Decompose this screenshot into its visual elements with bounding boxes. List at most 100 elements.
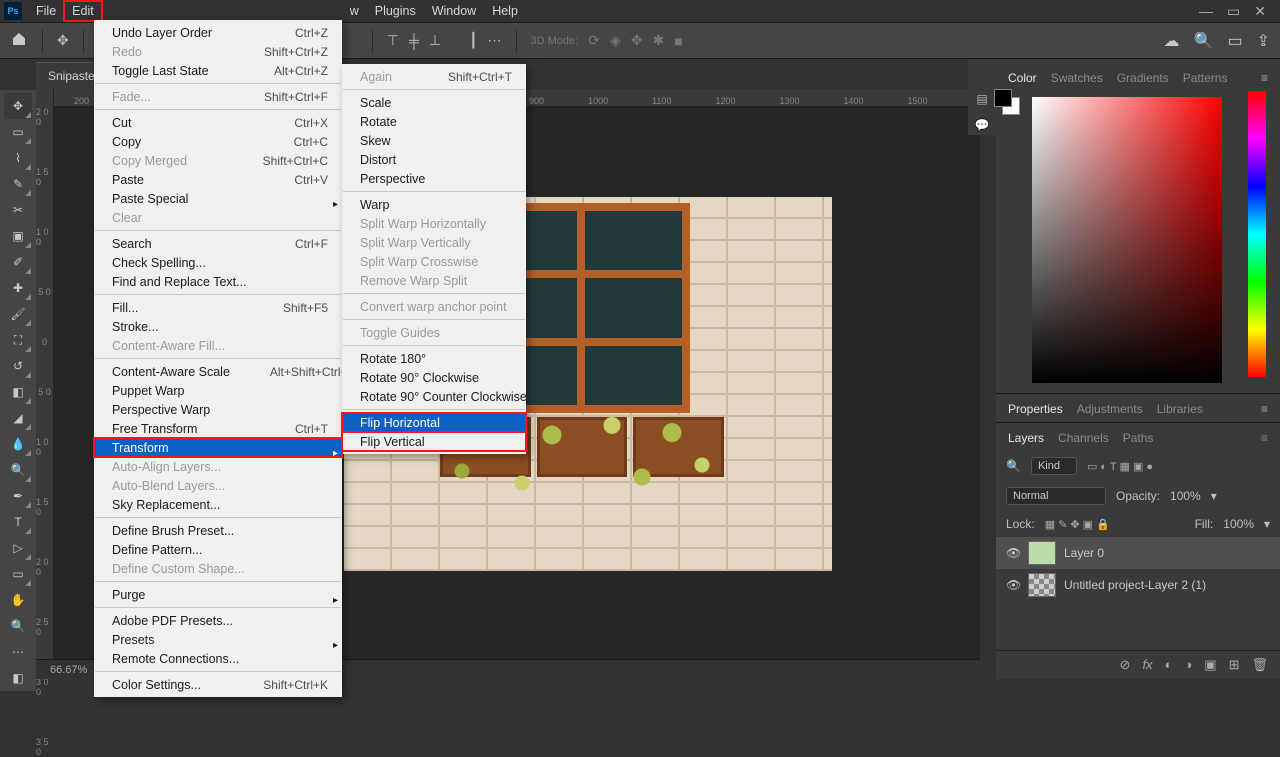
new-layer-icon[interactable]: ⊞ [1229,657,1240,673]
menu-item-stroke[interactable]: Stroke... [94,317,342,336]
layer-fx-icon[interactable]: fx [1142,657,1152,673]
opacity-value[interactable]: 100% [1170,489,1201,503]
close-icon[interactable]: ✕ [1254,3,1266,20]
3d-pan-icon[interactable]: ◈ [610,32,621,49]
layer-filter-icons[interactable]: ▭ ◐ T ▦ ▣ ● [1087,460,1153,473]
align-vcenter-icon[interactable]: ╪ [409,33,419,49]
marquee-tool[interactable]: ▭ [4,119,32,145]
blend-mode-select[interactable]: Normal [1006,487,1106,505]
crop-tool[interactable]: ✂ [4,197,32,223]
menu-item-adobe-pdf-presets[interactable]: Adobe PDF Presets... [94,611,342,630]
align-left-icon[interactable]: ┃ [469,32,477,49]
edit-toolbar-icon[interactable]: ⋯ [4,639,32,665]
align-top-icon[interactable]: ⊤ [387,32,399,49]
lasso-tool[interactable]: ⌇ [4,145,32,171]
path-select-tool[interactable]: ▷ [4,535,32,561]
visibility-icon[interactable]: 👁 [1006,578,1020,592]
3d-move-icon[interactable]: ✥ [631,32,643,49]
menu-item-fill[interactable]: Fill...Shift+F5 [94,298,342,317]
menu-item-check-spelling[interactable]: Check Spelling... [94,253,342,272]
layer-name[interactable]: Layer 0 [1064,546,1104,560]
minimize-icon[interactable]: — [1199,3,1213,20]
menu-plugins[interactable]: Plugins [367,1,424,21]
zoom-value[interactable]: 66.67% [50,664,87,676]
fgbg-swatch[interactable]: ◧ [4,665,32,691]
fill-value[interactable]: 100% [1223,517,1254,531]
dodge-tool[interactable]: 🔍 [4,457,32,483]
history-panel-icon[interactable]: ▤ [972,89,992,109]
blur-tool[interactable]: 💧 [4,431,32,457]
tab-libraries[interactable]: Libraries [1157,402,1203,416]
hue-slider[interactable] [1248,91,1266,377]
menu-item-rotate-90-counter-clockwise[interactable]: Rotate 90° Counter Clockwise [342,387,526,406]
menu-w-truncated[interactable]: w [342,1,367,21]
frame-tool[interactable]: ▣ [4,223,32,249]
tab-adjustments[interactable]: Adjustments [1077,402,1143,416]
menu-file[interactable]: File [28,1,64,21]
menu-item-free-transform[interactable]: Free TransformCtrl+T [94,419,342,438]
menu-item-color-settings[interactable]: Color Settings...Shift+Ctrl+K [94,675,342,694]
layer-kind-filter[interactable]: Kind [1031,457,1077,475]
move-tool[interactable]: ✥ [4,93,32,119]
clone-tool[interactable]: ⛶ [4,327,32,353]
menu-item-define-brush-preset[interactable]: Define Brush Preset... [94,521,342,540]
color-picker[interactable] [996,91,1280,393]
group-icon[interactable]: ▣ [1204,657,1216,673]
adjustment-layer-icon[interactable]: ◑ [1184,657,1192,673]
menu-item-flip-horizontal[interactable]: Flip Horizontal [342,413,526,432]
quick-select-tool[interactable]: ✎ [4,171,32,197]
menu-item-undo-layer-order[interactable]: Undo Layer OrderCtrl+Z [94,23,342,42]
gradient-tool[interactable]: ◢ [4,405,32,431]
home-icon[interactable] [10,31,28,50]
menu-item-rotate-90-clockwise[interactable]: Rotate 90° Clockwise [342,368,526,387]
menu-item-paste-special[interactable]: Paste Special [94,189,342,208]
history-brush-tool[interactable]: ↺ [4,353,32,379]
menu-item-cut[interactable]: CutCtrl+X [94,113,342,132]
menu-item-transform[interactable]: Transform [94,438,342,457]
color-panel-menu-icon[interactable]: ≡ [1261,71,1268,85]
search-icon[interactable]: 🔍 [1194,31,1214,51]
tab-layers[interactable]: Layers [1008,431,1044,445]
tab-swatches[interactable]: Swatches [1051,71,1103,85]
menu-item-copy[interactable]: CopyCtrl+C [94,132,342,151]
menu-item-paste[interactable]: PasteCtrl+V [94,170,342,189]
menu-window[interactable]: Window [424,1,484,21]
tab-properties[interactable]: Properties [1008,402,1063,416]
comments-panel-icon[interactable]: 💬 [972,115,992,135]
tab-paths[interactable]: Paths [1123,431,1154,445]
brush-tool[interactable]: 🖌 [4,301,32,327]
menu-item-sky-replacement[interactable]: Sky Replacement... [94,495,342,514]
visibility-icon[interactable]: 👁 [1006,546,1020,560]
menu-item-rotate-180[interactable]: Rotate 180° [342,349,526,368]
eyedropper-tool[interactable]: ✐ [4,249,32,275]
align-bottom-icon[interactable]: ⊥ [429,32,441,49]
eraser-tool[interactable]: ◧ [4,379,32,405]
menu-help[interactable]: Help [484,1,526,21]
cloud-icon[interactable]: ☁ [1164,31,1180,51]
properties-panel-menu-icon[interactable]: ≡ [1261,402,1268,416]
pen-tool[interactable]: ✒ [4,483,32,509]
menu-item-content-aware-scale[interactable]: Content-Aware ScaleAlt+Shift+Ctrl+C [94,362,342,381]
menu-item-presets[interactable]: Presets [94,630,342,649]
menu-item-toggle-last-state[interactable]: Toggle Last StateAlt+Ctrl+Z [94,61,342,80]
share-icon[interactable]: ⇪ [1257,31,1270,51]
layer-name[interactable]: Untitled project-Layer 2 (1) [1064,578,1206,592]
layer-row[interactable]: 👁 Layer 0 [996,537,1280,569]
hand-tool[interactable]: ✋ [4,587,32,613]
delete-layer-icon[interactable]: 🗑 [1251,657,1268,673]
menu-item-puppet-warp[interactable]: Puppet Warp [94,381,342,400]
menu-item-search[interactable]: SearchCtrl+F [94,234,342,253]
menu-item-perspective[interactable]: Perspective [342,169,526,188]
type-tool[interactable]: T [4,509,32,535]
menu-item-flip-vertical[interactable]: Flip Vertical [342,432,526,451]
menu-item-warp[interactable]: Warp [342,195,526,214]
layer-mask-icon[interactable]: ◐ [1165,657,1173,673]
tab-gradients[interactable]: Gradients [1117,71,1169,85]
zoom-tool[interactable]: 🔍 [4,613,32,639]
menu-item-distort[interactable]: Distort [342,150,526,169]
move-tool-icon[interactable]: ✥ [57,32,69,49]
tab-color[interactable]: Color [1008,71,1037,85]
menu-item-scale[interactable]: Scale [342,93,526,112]
3d-camera-icon[interactable]: ■ [674,33,682,49]
menu-edit[interactable]: Edit [64,1,102,21]
